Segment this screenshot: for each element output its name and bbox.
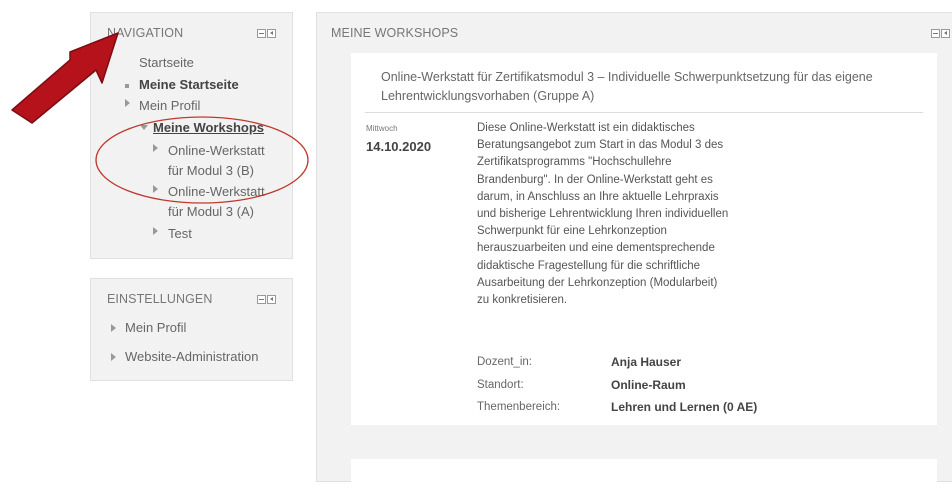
- settings-website-administration[interactable]: Website-Administration: [125, 349, 258, 364]
- expand-arrow-icon[interactable]: [153, 144, 158, 152]
- settings-block: EINSTELLUNGEN Mein Profil Website-Admini…: [90, 278, 293, 381]
- description-line: Schwerpunkt für eine Lehrkonzeption: [477, 225, 667, 238]
- minimize-icon[interactable]: [931, 29, 940, 38]
- workshops-block-controls: [931, 29, 950, 38]
- description-line: Diese Online-Werkstatt ist ein didaktisc…: [477, 122, 695, 134]
- workshop-weekday: Mittwoch: [366, 124, 398, 133]
- workshop-card: Online-Werkstatt für Zertifikatsmodul 3 …: [351, 53, 937, 425]
- nav-online-werkstatt-a-line1[interactable]: Online-Werkstatt: [168, 184, 265, 199]
- expand-arrow-icon[interactable]: [153, 227, 158, 235]
- settings-title: EINSTELLUNGEN: [107, 292, 213, 306]
- nav-online-werkstatt-b-line1[interactable]: Online-Werkstatt: [168, 143, 265, 158]
- dock-icon[interactable]: [267, 29, 276, 38]
- description-line: Ausarbeitung der Lehrkonzeption (Modular…: [477, 276, 718, 289]
- bullet-icon: [125, 84, 129, 88]
- description-line: Brandenburg". In der Online-Werkstatt ge…: [477, 173, 713, 186]
- minimize-icon[interactable]: [257, 29, 266, 38]
- expand-arrow-icon[interactable]: [111, 353, 116, 361]
- description-line: und bisherige Lehrentwicklung Ihren indi…: [477, 208, 729, 221]
- nav-online-werkstatt-b-line2[interactable]: für Modul 3 (B): [168, 163, 254, 178]
- nav-mein-profil[interactable]: Mein Profil: [139, 98, 200, 113]
- navigation-block: NAVIGATION Startseite Meine Startseite M…: [90, 12, 293, 259]
- expand-arrow-icon[interactable]: [125, 99, 130, 107]
- nav-startseite[interactable]: Startseite: [139, 55, 194, 70]
- settings-mein-profil[interactable]: Mein Profil: [125, 320, 186, 335]
- description-line: Zertifikatsprogramms "Hochschullehre: [477, 156, 672, 169]
- workshop-date: 14.10.2020: [366, 139, 432, 154]
- expand-arrow-icon[interactable]: [111, 324, 116, 332]
- dozent-label: Dozent_in:: [477, 356, 532, 368]
- nav-test[interactable]: Test: [168, 226, 192, 241]
- dozent-value: Anja Hauser: [611, 355, 682, 369]
- nav-online-werkstatt-a-line2[interactable]: für Modul 3 (A): [168, 204, 254, 219]
- description-line: zu konkretisieren.: [477, 294, 568, 307]
- dock-icon[interactable]: [941, 29, 950, 38]
- description-line: darum, in Anschluss an Ihre aktuelle Leh…: [477, 190, 719, 203]
- navigation-block-controls: [257, 29, 276, 38]
- nav-meine-startseite[interactable]: Meine Startseite: [139, 77, 239, 92]
- themenbereich-label: Themenbereich:: [477, 401, 561, 413]
- workshops-title: MEINE WORKSHOPS: [331, 26, 459, 40]
- workshops-block: MEINE WORKSHOPS Online-Werkstatt für Zer…: [316, 12, 952, 489]
- workshop-title-line1[interactable]: Online-Werkstatt für Zertifikatsmodul 3 …: [381, 67, 873, 87]
- expand-arrow-icon[interactable]: [153, 185, 158, 193]
- minimize-icon[interactable]: [257, 295, 266, 304]
- collapse-arrow-icon[interactable]: [140, 125, 148, 130]
- workshop-card-next: [351, 459, 937, 489]
- description-line: Beratungsangebot zum Start in das Modul …: [477, 139, 724, 152]
- settings-block-controls: [257, 295, 276, 304]
- description-line: herauszuarbeiten und eine dementsprechen…: [477, 242, 715, 255]
- workshop-divider: [365, 112, 923, 113]
- themenbereich-value: Lehren und Lernen (0 AE): [611, 400, 758, 414]
- dock-icon[interactable]: [267, 295, 276, 304]
- workshop-description: Diese Online-Werkstatt ist ein didaktisc…: [477, 120, 728, 309]
- standort-value: Online-Raum: [611, 378, 686, 392]
- navigation-title: NAVIGATION: [107, 26, 184, 40]
- nav-meine-workshops[interactable]: Meine Workshops: [153, 120, 264, 135]
- workshop-title-line2[interactable]: Lehrentwicklungsvorhaben (Gruppe A): [381, 86, 594, 106]
- standort-label: Standort:: [477, 379, 524, 391]
- description-line: didaktische Fragestellung für die schrif…: [477, 259, 701, 272]
